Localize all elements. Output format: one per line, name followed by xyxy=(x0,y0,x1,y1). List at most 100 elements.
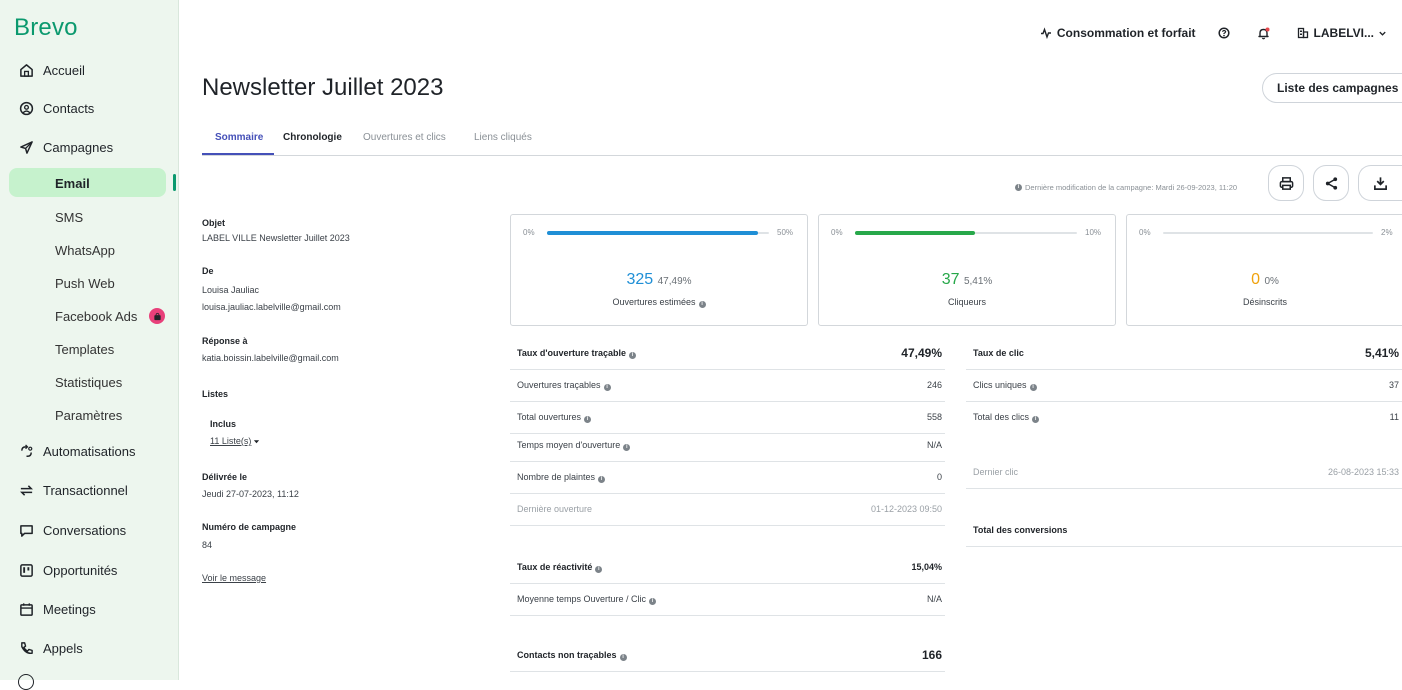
sidebar-item-conversations[interactable]: Conversations xyxy=(18,518,126,542)
sidebar-subitem-push-web[interactable]: Push Web xyxy=(55,271,115,295)
sidebar-item-appels[interactable]: Appels xyxy=(18,636,83,660)
listes-label: Listes xyxy=(202,389,229,399)
info-icon: i xyxy=(623,444,631,451)
sidebar-item-label: Opportunités xyxy=(43,562,118,578)
range-max: 2% xyxy=(1381,228,1393,237)
info-icon: i xyxy=(1015,184,1022,191)
shopping-bag-icon xyxy=(149,308,166,324)
sidebar-subitem-sms[interactable]: SMS xyxy=(55,205,83,229)
objet-value: LABEL VILLE Newsletter Juillet 2023 xyxy=(202,233,350,243)
consumption-link[interactable]: Consommation et forfait xyxy=(1040,26,1196,40)
table-row: Clics uniques i 37 xyxy=(966,369,1402,402)
delivree-label: Délivrée le xyxy=(202,472,248,482)
automation-icon xyxy=(18,443,34,459)
page-title: Newsletter Juillet 2023 xyxy=(202,74,444,101)
help-icon xyxy=(1217,27,1230,39)
sidebar-subitem-parametres[interactable]: Paramètres xyxy=(55,403,122,427)
sidebar-subitem-facebook-ads[interactable]: Facebook Ads xyxy=(55,304,166,328)
progress-track xyxy=(855,231,1077,235)
table-row: Temps moyen d'ouverture i N/A xyxy=(510,429,945,462)
calendar-icon xyxy=(18,601,34,617)
tab-liens-cliques[interactable]: Liens cliqués xyxy=(474,132,532,143)
tab-sommaire[interactable]: Sommaire xyxy=(215,132,263,143)
contacts-icon xyxy=(18,100,34,116)
tab-bar: Sommaire Chronologie Ouvertures et clics… xyxy=(202,126,1402,156)
sidebar-item-automatisations[interactable]: Automatisations xyxy=(18,439,136,463)
range-min: 0% xyxy=(1139,228,1151,237)
sidebar-subitem-whatsapp[interactable]: WhatsApp xyxy=(55,238,115,262)
brevo-logo[interactable]: Brevo xyxy=(14,14,78,42)
help-button[interactable] xyxy=(1217,27,1235,39)
more-menu-icon[interactable] xyxy=(18,674,34,690)
clickers-label: Cliqueurs xyxy=(947,297,987,307)
info-icon: i xyxy=(598,476,606,483)
sidebar-item-meetings[interactable]: Meetings xyxy=(18,597,96,621)
notifications-button[interactable] xyxy=(1257,27,1275,40)
objet-label: Objet xyxy=(202,218,226,228)
sidebar-item-label: Contacts xyxy=(43,100,95,116)
account-menu[interactable]: LABELVI... xyxy=(1297,26,1392,40)
table-row: Taux d'ouverture traçable i 47,49% xyxy=(510,337,945,370)
info-icon: i xyxy=(629,352,637,359)
sender-email: louisa.jauliac.labelville@gmail.com xyxy=(202,302,341,312)
download-icon xyxy=(1374,176,1387,190)
sidebar: Brevo Accueil Contacts Campagnes Email S… xyxy=(0,0,179,690)
included-lists-dropdown[interactable]: 11 Liste(s) xyxy=(210,436,260,446)
campaign-list-button[interactable]: Liste des campagnes xyxy=(1262,73,1402,103)
table-row: Contacts non traçables i 166 xyxy=(510,639,945,672)
reponse-label: Réponse à xyxy=(202,336,248,346)
progress-fill xyxy=(855,231,975,235)
sidebar-item-transactionnel[interactable]: Transactionnel xyxy=(18,478,128,502)
sidebar-item-label: Conversations xyxy=(43,522,127,538)
sidebar-subitem-statistiques[interactable]: Statistiques xyxy=(55,370,122,394)
share-button[interactable] xyxy=(1313,165,1349,201)
unsubscribes-value: 0 0% xyxy=(1251,271,1279,288)
sender-name: Louisa Jauliac xyxy=(202,285,260,295)
sidebar-item-opportunites[interactable]: Opportunités xyxy=(18,558,117,582)
last-modified-note: i Dernière modification de la campagne: … xyxy=(1015,183,1237,192)
caret-down-icon xyxy=(254,439,260,443)
progress-fill xyxy=(547,231,758,235)
range-min: 0% xyxy=(523,228,535,237)
sidebar-item-contacts[interactable]: Contacts xyxy=(18,96,94,120)
sidebar-subitem-email[interactable]: Email xyxy=(55,171,90,195)
opportunities-icon xyxy=(18,562,34,578)
info-icon: i xyxy=(603,384,611,391)
table-row: Dernier clic 26-08-2023 15:33 xyxy=(966,456,1402,489)
tab-ouvertures-clics[interactable]: Ouvertures et clics xyxy=(363,132,446,143)
sidebar-item-label: Campagnes xyxy=(43,139,114,155)
info-icon: i xyxy=(619,654,627,661)
range-min: 0% xyxy=(831,228,843,237)
reply-to-email: katia.boissin.labelville@gmail.com xyxy=(202,353,339,363)
sidebar-item-label: Meetings xyxy=(43,601,96,617)
sidebar-subitem-templates[interactable]: Templates xyxy=(55,337,114,361)
top-bar: Consommation et forfait LABELVI... xyxy=(1018,22,1392,44)
sidebar-item-label: Transactionnel xyxy=(43,482,128,498)
table-row: Nombre de plaintes i 0 xyxy=(510,461,945,494)
opens-label: Ouvertures estimées i xyxy=(511,297,807,308)
sidebar-item-label: Appels xyxy=(43,640,83,656)
range-max: 10% xyxy=(1085,228,1102,237)
share-icon xyxy=(1325,176,1337,190)
unsubscribes-card: 0% 2% 0 0% Désinscrits xyxy=(1126,214,1402,326)
table-row: Taux de clic 5,41% xyxy=(966,337,1402,370)
sidebar-item-accueil[interactable]: Accueil xyxy=(18,58,85,82)
sidebar-item-campagnes[interactable]: Campagnes xyxy=(18,135,113,159)
table-row: Total des clics i 11 xyxy=(973,412,1399,423)
opens-value: 325 47,49% xyxy=(626,271,692,288)
transactional-icon xyxy=(18,482,34,498)
de-label: De xyxy=(202,266,214,276)
table-row: Ouvertures traçables i 246 xyxy=(510,369,945,402)
building-icon xyxy=(1297,27,1308,39)
tab-chronologie[interactable]: Chronologie xyxy=(283,132,342,143)
info-icon: i xyxy=(649,598,657,605)
print-button[interactable] xyxy=(1268,165,1304,201)
download-button[interactable] xyxy=(1358,165,1402,201)
inclus-label: Inclus xyxy=(210,419,237,429)
phone-icon xyxy=(18,640,34,656)
opens-card: 0% 50% 325 47,49% Ouvertures estimées i xyxy=(510,214,808,326)
info-icon: i xyxy=(698,301,706,308)
table-row: Dernière ouverture 01-12-2023 09:50 xyxy=(510,493,945,526)
view-message-link[interactable]: Voir le message xyxy=(202,573,266,583)
info-icon: i xyxy=(595,566,603,573)
